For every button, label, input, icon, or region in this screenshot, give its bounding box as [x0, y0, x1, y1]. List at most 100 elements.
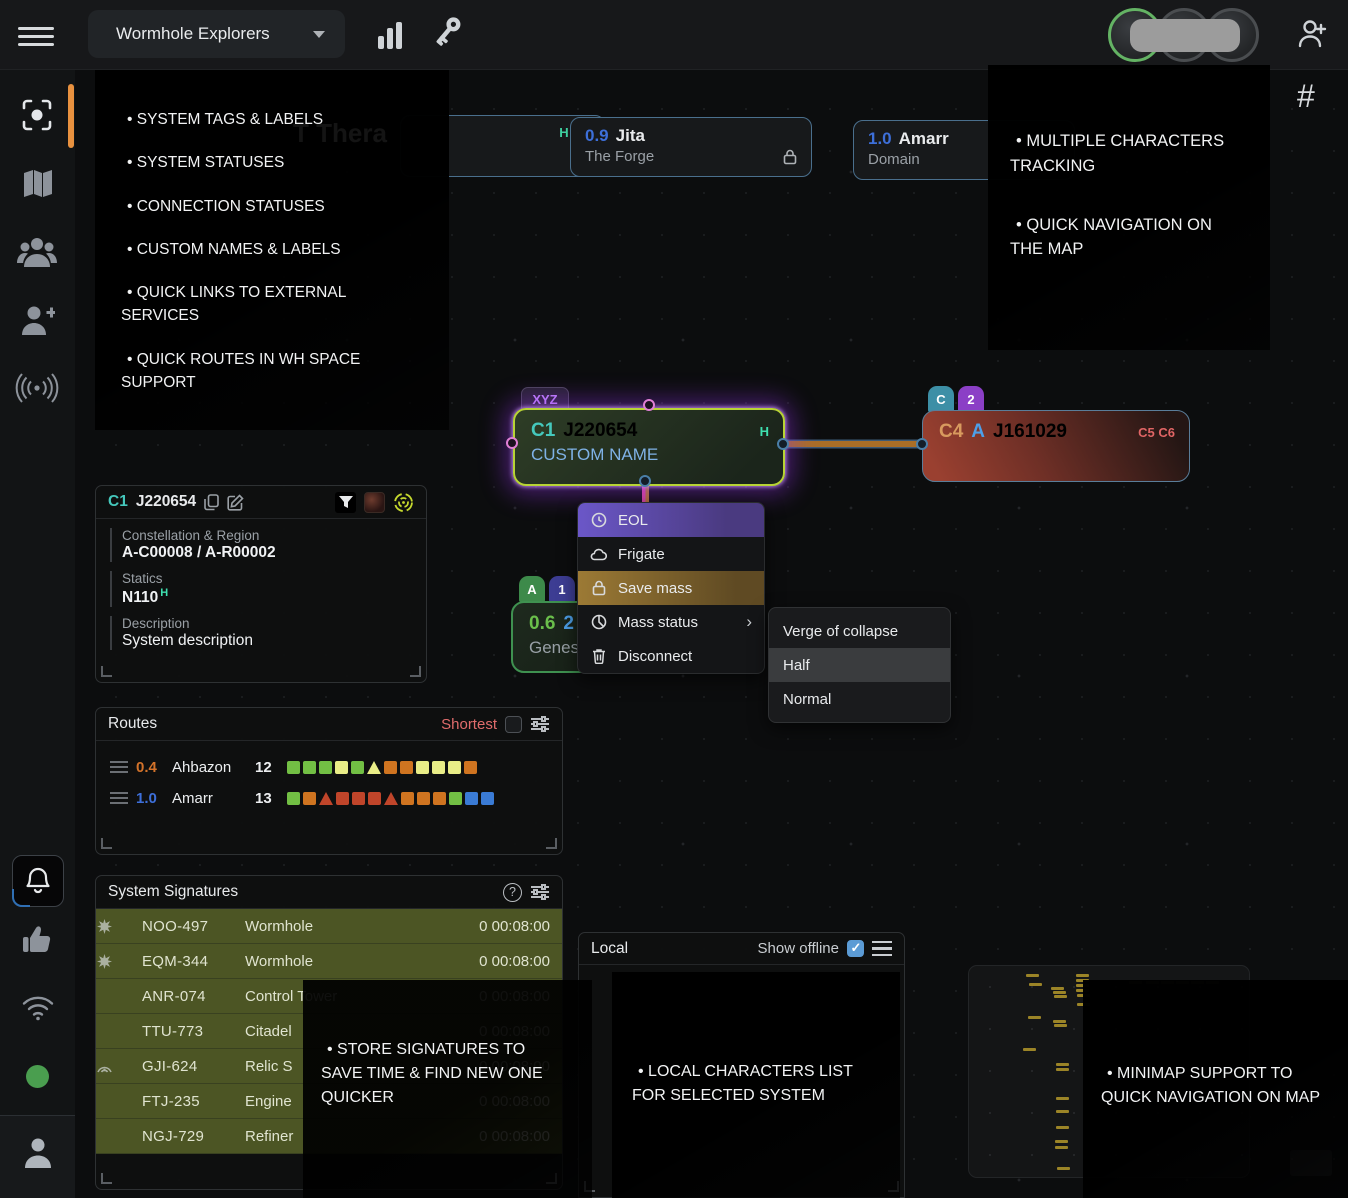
- menu-item-label: EOL: [618, 512, 648, 529]
- menu-item-save-mass[interactable]: Save mass: [578, 571, 764, 605]
- callout-item: CUSTOM NAMES & LABELS: [121, 238, 423, 261]
- minimap-system-dash: [1029, 983, 1042, 986]
- system-node-j220654[interactable]: C1 J220654 H CUSTOM NAME: [513, 408, 785, 486]
- copy-icon[interactable]: [204, 494, 219, 511]
- menu-icon[interactable]: [18, 22, 54, 48]
- minimap-system-dash: [1053, 1020, 1066, 1023]
- menu-item-frigate[interactable]: Frigate: [578, 537, 764, 571]
- route-step-square: [384, 761, 397, 774]
- info-section: Constellation & Region A-C00008 / A-R000…: [110, 528, 426, 562]
- route-path-shapes: [287, 761, 477, 774]
- minimap-system-dash: [1056, 1068, 1069, 1071]
- bar-chart-icon[interactable]: [376, 16, 404, 52]
- routes-panel: Routes Shortest 0.4 Ahbazon 12 1.0 Amarr: [95, 707, 563, 855]
- drag-handle-icon[interactable]: [110, 789, 128, 807]
- menu-item-disconnect[interactable]: Disconnect: [578, 639, 764, 673]
- route-step-square: [400, 761, 413, 774]
- pie-icon: [590, 614, 607, 630]
- settings-sliders-icon[interactable]: [530, 883, 550, 901]
- wifi-icon[interactable]: [22, 995, 54, 1021]
- route-step-square: [287, 792, 300, 805]
- route-step-square: [417, 792, 430, 805]
- signature-timer: 0 00:08:00: [479, 918, 562, 935]
- system-node-j161029[interactable]: C4 A J161029 C5 C6: [922, 410, 1190, 482]
- route-step-square: [335, 761, 348, 774]
- callout-item: STORE SIGNATURES TO SAVE TIME & FIND NEW…: [321, 1038, 566, 1110]
- wormhole-icon: [96, 953, 142, 970]
- signature-row[interactable]: NOO-497Wormhole0 00:08:00: [96, 909, 562, 944]
- signature-timer: 0 00:08:00: [479, 953, 562, 970]
- route-row[interactable]: 1.0 Amarr 13: [96, 782, 562, 813]
- route-step-triangle: [384, 792, 398, 805]
- menu-item-label: Mass status: [618, 614, 698, 631]
- minimap-system-dash: [1055, 1140, 1068, 1143]
- submenu-item-half[interactable]: Half: [769, 648, 950, 682]
- status-dot[interactable]: [26, 1065, 49, 1088]
- person-add-icon[interactable]: [19, 303, 55, 339]
- route-step-square: [351, 761, 364, 774]
- signatures-callout: STORE SIGNATURES TO SAVE TIME & FIND NEW…: [303, 980, 592, 1198]
- wh-class: C1: [108, 493, 128, 511]
- signature-id: NOO-497: [142, 918, 230, 935]
- signature-id: TTU-773: [142, 1023, 230, 1040]
- signature-id: FTJ-235: [142, 1093, 230, 1110]
- panel-menu-icon[interactable]: [872, 937, 892, 961]
- drag-handle-icon[interactable]: [110, 758, 128, 776]
- connector-dot[interactable]: [643, 399, 655, 411]
- panel-title: System Signatures: [108, 883, 238, 901]
- edit-icon[interactable]: [227, 494, 244, 511]
- person-add-icon[interactable]: [1297, 18, 1327, 50]
- focus-icon[interactable]: [20, 96, 54, 134]
- thumbs-up-icon[interactable]: [20, 923, 54, 957]
- info-section: Description System description: [110, 616, 426, 650]
- settings-sliders-icon[interactable]: [530, 715, 550, 733]
- trash-icon: [590, 648, 607, 664]
- menu-item-mass-status[interactable]: Mass status ›: [578, 605, 764, 639]
- route-step-square: [416, 761, 429, 774]
- shortest-label: Shortest: [441, 716, 497, 733]
- signature-id: EQM-344: [142, 953, 230, 970]
- app-menu-label: Wormhole Explorers: [116, 24, 270, 44]
- filter-icon[interactable]: [335, 492, 356, 513]
- submenu-item-verge[interactable]: Verge of collapse: [769, 614, 950, 648]
- show-offline-checkbox[interactable]: [847, 940, 864, 957]
- help-icon[interactable]: ?: [503, 883, 522, 902]
- app-menu-dropdown[interactable]: Wormhole Explorers: [88, 10, 345, 58]
- info-label: Statics: [122, 571, 426, 586]
- shortest-checkbox[interactable]: [505, 716, 522, 733]
- connector-dot[interactable]: [639, 475, 651, 487]
- bell-icon[interactable]: [12, 855, 64, 907]
- people-icon[interactable]: [16, 235, 58, 271]
- minimap-system-dash: [1026, 974, 1039, 977]
- chevron-down-icon: [313, 31, 325, 38]
- signature-row[interactable]: EQM-344Wormhole0 00:08:00: [96, 944, 562, 979]
- hash-icon[interactable]: #: [1297, 78, 1315, 115]
- route-row[interactable]: 0.4 Ahbazon 12: [96, 751, 562, 782]
- system-info-panel: C1 J220654 Constellation & Region A-C000…: [95, 485, 427, 683]
- connector-dot[interactable]: [777, 438, 789, 450]
- menu-item-label: Disconnect: [618, 648, 692, 665]
- security-status: 0.6: [529, 613, 555, 635]
- redaction-overlay: [1130, 19, 1240, 52]
- target-icon[interactable]: [393, 492, 414, 513]
- route-step-square: [303, 792, 316, 805]
- mass-status-submenu: Verge of collapse Half Normal: [768, 607, 951, 723]
- connector-dot[interactable]: [916, 438, 928, 450]
- minimap-callout: MINIMAP SUPPORT TO QUICK NAVIGATION ON M…: [1083, 980, 1348, 1198]
- submenu-item-normal[interactable]: Normal: [769, 682, 950, 716]
- count-tag: 2: [563, 613, 574, 635]
- menu-item-eol[interactable]: EOL: [578, 503, 764, 537]
- map-icon[interactable]: [21, 167, 54, 201]
- connection-c1-c4[interactable]: [785, 441, 922, 447]
- cloud-icon: [590, 548, 607, 561]
- route-destination: Ahbazon: [172, 759, 247, 776]
- tracking-callout: MULTIPLE CHARACTERS TRACKING QUICK NAVIG…: [988, 65, 1270, 350]
- info-section: Statics N110H: [110, 571, 426, 607]
- planet-thumbnail[interactable]: [364, 492, 385, 513]
- broadcast-icon[interactable]: [15, 373, 59, 403]
- profile-icon[interactable]: [22, 1136, 54, 1170]
- connector-dot[interactable]: [506, 437, 518, 449]
- system-node-jita[interactable]: 0.9Jita The Forge: [570, 117, 812, 177]
- signature-id: NGJ-729: [142, 1128, 230, 1145]
- key-icon[interactable]: [428, 12, 466, 52]
